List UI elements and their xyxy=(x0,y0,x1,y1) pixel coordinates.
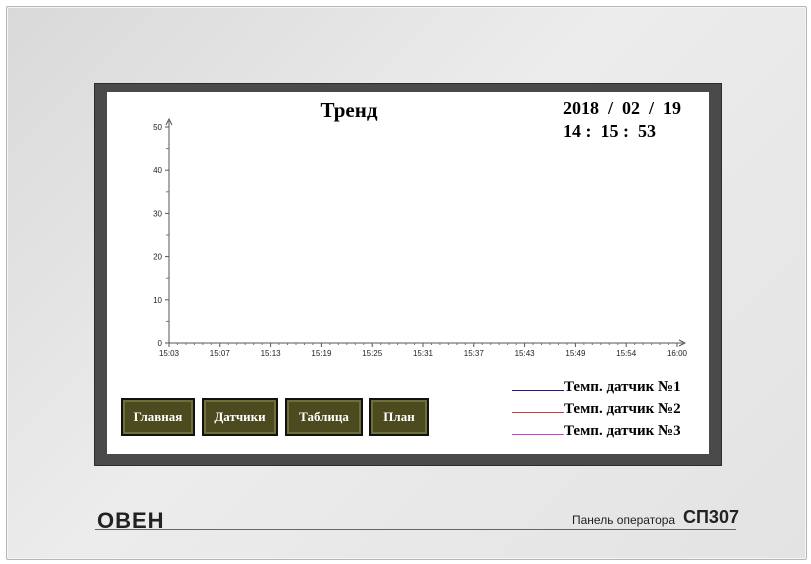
legend-label-sensor-2: Темп. датчик №2 xyxy=(564,401,681,417)
legend-item-sensor-2: Темп. датчик №2 xyxy=(507,401,707,423)
button-sensors[interactable]: Датчики xyxy=(202,398,278,436)
brand-divider xyxy=(95,529,736,530)
oven-logo: ОВЕН xyxy=(97,508,165,533)
button-main-label: Главная xyxy=(133,409,183,424)
y-tick-label: 40 xyxy=(153,166,162,175)
panel-label: Панель оператора xyxy=(572,513,676,527)
x-tick-label: 15:03 xyxy=(159,349,180,358)
x-tick-label: 15:13 xyxy=(261,349,282,358)
x-tick-label: 15:25 xyxy=(362,349,383,358)
legend-item-sensor-1: Темп. датчик №1 xyxy=(507,379,707,401)
y-tick-label: 10 xyxy=(153,296,162,305)
button-table-label: Таблица xyxy=(299,409,349,424)
x-tick-label: 15:37 xyxy=(464,349,485,358)
hmi-screen: Тренд 2018 / 02 / 19 14 : 15 : 53 0 10 20 3… xyxy=(107,92,709,454)
legend-label-sensor-3: Темп. датчик №3 xyxy=(564,423,681,439)
x-tick-label: 15:19 xyxy=(311,349,332,358)
y-tick-label: 0 xyxy=(158,339,163,348)
legend-label-sensor-1: Темп. датчик №1 xyxy=(564,379,681,395)
trend-chart: 0 10 20 30 40 50 15:03 15:07 15:13 15:19 15:25 15:3… xyxy=(153,117,688,358)
button-plan-label: План xyxy=(383,409,415,424)
legend-line-sensor-3 xyxy=(512,434,564,435)
x-tick-label: 15:31 xyxy=(413,349,434,358)
y-tick-label: 20 xyxy=(153,253,162,262)
x-tick-label: 16:00 xyxy=(667,349,688,358)
model-label: СП307 xyxy=(683,507,739,527)
y-tick-label: 30 xyxy=(153,209,162,218)
button-sensors-label: Датчики xyxy=(214,409,266,424)
button-main[interactable]: Главная xyxy=(121,398,195,436)
x-tick-label: 15:43 xyxy=(515,349,536,358)
y-tick-label: 50 xyxy=(153,123,162,132)
chart-legend: Темп. датчик №1 Темп. датчик №2 Темп. да… xyxy=(507,379,707,445)
x-tick-label: 15:54 xyxy=(616,349,637,358)
legend-line-sensor-2 xyxy=(512,412,564,413)
x-tick-label: 15:07 xyxy=(210,349,231,358)
legend-item-sensor-3: Темп. датчик №3 xyxy=(507,423,707,445)
legend-line-sensor-1 xyxy=(512,390,564,391)
button-plan[interactable]: План xyxy=(369,398,429,436)
button-table[interactable]: Таблица xyxy=(285,398,363,436)
x-tick-label: 15:49 xyxy=(565,349,586,358)
